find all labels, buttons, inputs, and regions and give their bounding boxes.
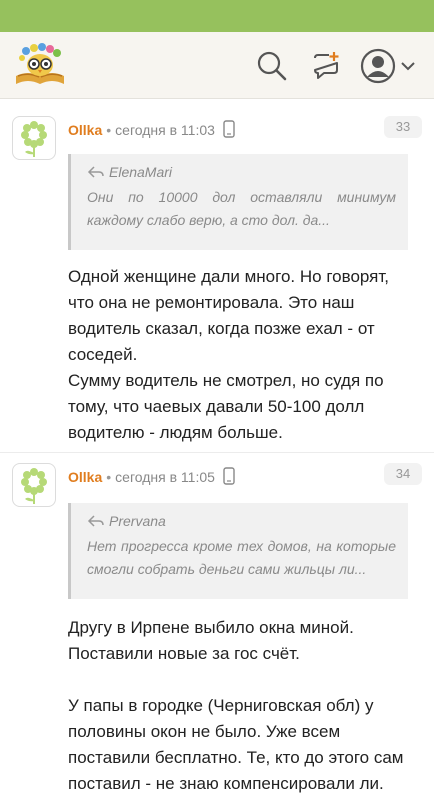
user-menu-button[interactable] [360, 48, 420, 84]
comment-body: Другу в Ирпене выбило окна миной. Постав… [68, 615, 418, 797]
avatar[interactable] [12, 116, 56, 160]
quote-block[interactable]: Prervana Нет прогресса кроме тех домов, … [68, 503, 408, 599]
quote-block[interactable]: ElenaMari Они по 10000 дол оставляли мин… [68, 154, 408, 250]
comment-time: сегодня в 11:05 [115, 469, 215, 485]
new-post-button[interactable] [310, 50, 342, 82]
app-header [0, 32, 434, 99]
comment-paragraph: Другу в Ирпене выбило окна миной. Постав… [68, 618, 354, 663]
comment-time: сегодня в 11:03 [115, 122, 215, 138]
mobile-phone-icon [223, 467, 235, 485]
comment-34: Ollka • сегодня в 11:05 34 Prervana Нет пр… [0, 452, 434, 793]
comment-paragraph: Одной женщине дали много. Но говорят, чт… [68, 267, 389, 442]
mobile-phone-icon [223, 120, 235, 138]
daisy-avatar-icon [21, 121, 47, 157]
comment-meta: Ollka • сегодня в 11:05 [68, 467, 235, 485]
quote-author: ElenaMari [109, 164, 173, 180]
comment-body: Одной женщине дали много. Но говорят, чт… [68, 264, 418, 446]
comment-meta: Ollka • сегодня в 11:03 [68, 120, 235, 138]
search-button[interactable] [256, 50, 288, 82]
quote-text: Они по 10000 дол оставляли минимум каждо… [87, 189, 396, 228]
search-icon [257, 51, 287, 81]
quote-text: Нет прогресса кроме тех домов, на которы… [87, 538, 396, 577]
daisy-avatar-icon [21, 468, 47, 504]
new-post-icon [314, 52, 339, 79]
author-name[interactable]: Ollka [68, 469, 102, 485]
owl-books-logo [16, 43, 64, 84]
author-name[interactable]: Ollka [68, 122, 102, 138]
user-avatar-icon [360, 48, 396, 84]
avatar[interactable] [12, 463, 56, 507]
comment-number[interactable]: 34 [384, 463, 422, 485]
status-bar [0, 0, 434, 32]
comment-number[interactable]: 33 [384, 116, 422, 138]
comment-paragraph: У папы в городке (Черниговская обл) у по… [68, 696, 404, 793]
quote-author: Prervana [109, 513, 166, 529]
reply-arrow-icon [87, 166, 104, 178]
chevron-down-icon [401, 62, 415, 71]
reply-arrow-icon [87, 515, 104, 527]
site-logo[interactable] [12, 42, 68, 88]
